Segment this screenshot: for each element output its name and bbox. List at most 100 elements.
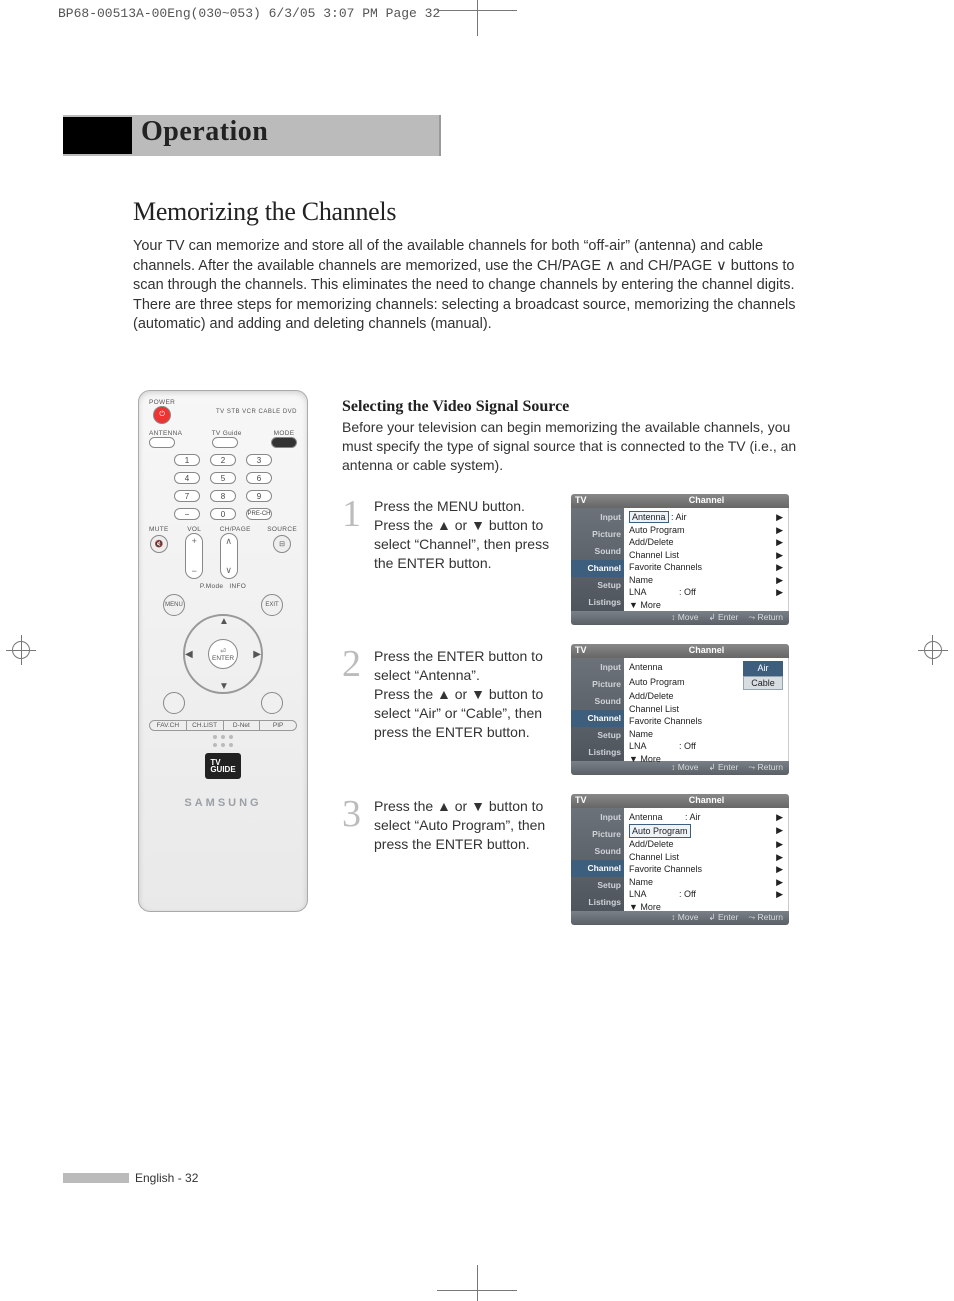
- tv-label: TV: [571, 644, 624, 658]
- row-name: Name: [629, 728, 653, 741]
- page-title: Memorizing the Channels: [133, 197, 396, 227]
- channel-header: Channel: [624, 794, 789, 808]
- sidebar-picture: Picture: [571, 525, 624, 542]
- intro-paragraph: Your TV can memorize and store all of th…: [133, 237, 817, 335]
- up-arrow-icon: ▲: [219, 616, 229, 627]
- value-air: : Air: [671, 512, 687, 522]
- hint-return: ⤳ Return: [748, 912, 783, 924]
- step-number: 3: [342, 797, 374, 854]
- value-off: : Off: [679, 741, 696, 751]
- option-cable: Cable: [743, 676, 783, 691]
- num-0: 0: [210, 508, 236, 520]
- crop-mark: [437, 10, 517, 11]
- row-auto-program: Auto Program: [629, 676, 685, 691]
- antenna-button: [149, 437, 175, 448]
- info-label: INFO: [229, 583, 246, 590]
- step-text: Press the ENTER button to select “Antenn…: [374, 647, 569, 741]
- sidebar-picture: Picture: [571, 825, 624, 842]
- source-label: SOURCE: [267, 526, 297, 533]
- brand-logo: SAMSUNG: [184, 797, 261, 809]
- num-8: 8: [210, 490, 236, 502]
- antenna-label: ANTENNA: [149, 430, 182, 437]
- option-air: Air: [743, 661, 783, 676]
- tv-label: TV: [571, 794, 624, 808]
- num-3: 3: [246, 454, 272, 466]
- page-footer: English - 32: [63, 1171, 198, 1185]
- diag-button: [163, 692, 185, 714]
- sidebar-setup: Setup: [571, 727, 624, 744]
- section-title: Operation: [141, 116, 268, 148]
- tv-label: TV: [571, 494, 624, 508]
- row-lna: LNA: [629, 889, 647, 899]
- mute-button: 🔇: [150, 535, 168, 553]
- indicator-dots: [213, 743, 233, 747]
- hint-move: ↕ Move: [671, 762, 698, 774]
- tv-menu-panel-2: TVChannel Input Picture Sound Channel Se…: [571, 644, 789, 775]
- enter-button: ⏎ENTER: [208, 639, 238, 669]
- hint-enter: ↲ Enter: [709, 612, 739, 624]
- sidebar-sound: Sound: [571, 542, 624, 559]
- nav-cluster: MENU EXIT ▲ ▼ ◀ ▶ ⏎ENTER: [163, 594, 283, 714]
- menu-list: Antenna : Air▶ Auto Program▶ Add/Delete▶…: [624, 808, 789, 911]
- row-add-delete: Add/Delete: [629, 838, 674, 851]
- num-1: 1: [174, 454, 200, 466]
- vol-label: VOL: [187, 526, 201, 533]
- footer-bar: [63, 1173, 129, 1183]
- sidebar-setup: Setup: [571, 877, 624, 894]
- hint-enter: ↲ Enter: [709, 912, 739, 924]
- remote-control-illustration: POWER ⏻ TV STB VCR CABLE DVD ANTENNA TV …: [138, 390, 308, 912]
- step-number: 2: [342, 647, 374, 741]
- right-arrow-icon: ▶: [253, 649, 261, 660]
- row-favorite: Favorite Channels: [629, 561, 702, 574]
- menu-button: MENU: [163, 594, 185, 616]
- row-antenna: Antenna: [629, 661, 663, 676]
- num-7: 7: [174, 490, 200, 502]
- sidebar-setup: Setup: [571, 577, 624, 594]
- exit-button: EXIT: [261, 594, 283, 616]
- tvguide-button: [212, 437, 238, 448]
- sidebar-sound: Sound: [571, 692, 624, 709]
- chpage-label: CH/PAGE: [220, 526, 251, 533]
- power-label: POWER: [149, 399, 175, 406]
- num-4: 4: [174, 472, 200, 484]
- page-number: English - 32: [135, 1171, 198, 1185]
- value-off: : Off: [679, 587, 696, 597]
- row-name: Name: [629, 876, 653, 889]
- row-channel-list: Channel List: [629, 703, 679, 716]
- chlist-button: CH.LIST: [187, 721, 224, 730]
- prepress-header: BP68-00513A-00Eng(030~053) 6/3/05 3:07 P…: [58, 6, 440, 21]
- sidebar-sound: Sound: [571, 842, 624, 859]
- left-arrow-icon: ◀: [185, 649, 193, 660]
- hint-move: ↕ Move: [671, 612, 698, 624]
- row-more: ▼ More: [629, 599, 661, 612]
- channel-rocker: ∧∨: [220, 533, 238, 579]
- row-favorite: Favorite Channels: [629, 715, 702, 728]
- sidebar-picture: Picture: [571, 675, 624, 692]
- row-channel-list: Channel List: [629, 549, 679, 562]
- hint-move: ↕ Move: [671, 912, 698, 924]
- value-off: : Off: [679, 889, 696, 899]
- source-button: ⊟: [273, 535, 291, 553]
- dnet-button: D-Net: [224, 721, 261, 730]
- step-text: Press the ▲ or ▼ button to select “Auto …: [374, 797, 569, 854]
- channel-header: Channel: [624, 494, 789, 508]
- row-channel-list: Channel List: [629, 851, 679, 864]
- sidebar-channel: Channel: [571, 710, 624, 727]
- tv-menu-panel-3: TVChannel Input Picture Sound Channel Se…: [571, 794, 789, 925]
- row-more: ▼ More: [629, 753, 661, 766]
- row-favorite: Favorite Channels: [629, 863, 702, 876]
- sidebar-listings: Listings: [571, 894, 624, 911]
- volume-rocker: +−: [185, 533, 203, 579]
- menu-sidebar: Input Picture Sound Channel Setup Listin…: [571, 658, 624, 761]
- channel-header: Channel: [624, 644, 789, 658]
- power-button-icon: ⏻: [153, 406, 171, 424]
- favch-button: FAV.CH: [150, 721, 187, 730]
- value-air: : Air: [685, 812, 701, 822]
- down-arrow-icon: ▼: [219, 681, 229, 692]
- sidebar-input: Input: [571, 808, 624, 825]
- mute-label: MUTE: [149, 526, 169, 533]
- row-add-delete: Add/Delete: [629, 690, 674, 703]
- num-9: 9: [246, 490, 272, 502]
- step-number: 1: [342, 497, 374, 573]
- pmode-label: P.Mode: [200, 583, 224, 590]
